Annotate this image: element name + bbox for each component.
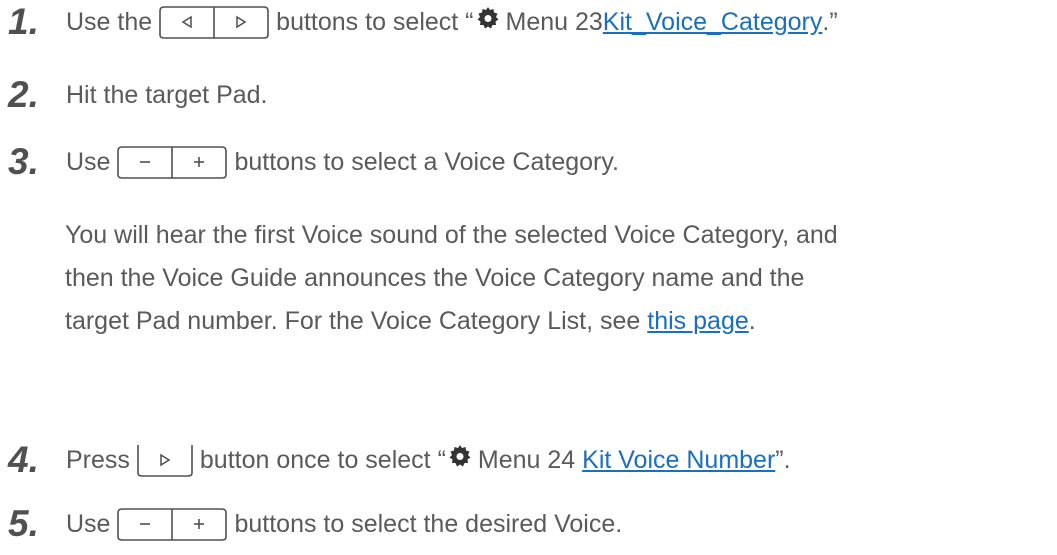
step-5: 5. Use buttons to select the desired Voi… [0, 503, 623, 544]
gear-icon [448, 443, 472, 477]
step-text: Use the [66, 8, 153, 36]
minus-plus-buttons-icon [116, 145, 228, 179]
menu-label: Menu 23 [505, 8, 603, 36]
step-1: 1. Use the buttons to select “ Menu 23 K… [0, 1, 838, 42]
step-2: 2. Hit the target Pad. [0, 74, 268, 115]
step-number: 2. [8, 74, 39, 115]
kit-voice-category-link[interactable]: Kit_Voice_Category [603, 5, 823, 39]
left-right-buttons-icon [158, 5, 270, 39]
menu-label: Menu 24 [477, 446, 576, 474]
step-text: buttons to select the desired Voice. [234, 510, 623, 538]
step-3: 3. Use buttons to select a Voice Categor… [0, 141, 619, 182]
step-text: button once to select “ [199, 446, 446, 474]
step-text: Use [66, 148, 111, 176]
step-text: Use [66, 510, 111, 538]
note-line: then the Voice Guide announces the Voice… [65, 264, 805, 292]
voice-category-note: You will hear the first Voice sound of t… [65, 214, 1055, 343]
step-text: buttons to select “ [276, 8, 474, 36]
this-page-link[interactable]: this page [647, 307, 748, 335]
step-number: 1. [8, 1, 39, 42]
note-text-end: . [748, 307, 756, 335]
gear-icon [476, 5, 500, 39]
step-4: 4. Press button once to select “ Menu 24… [0, 439, 791, 480]
step-text-end: ”. [775, 446, 791, 474]
step-number: 5. [8, 503, 39, 544]
step-text: buttons to select a Voice Category. [234, 148, 619, 176]
step-text: Press [66, 446, 130, 474]
step-number: 4. [8, 439, 39, 480]
step-number: 3. [8, 141, 39, 182]
step-text-end: .” [822, 8, 838, 36]
right-button-icon [136, 443, 194, 477]
note-text: target Pad number. For the Voice Categor… [65, 307, 641, 335]
minus-plus-buttons-icon [116, 507, 228, 541]
note-line: target Pad number. For the Voice Categor… [65, 300, 1055, 343]
kit-voice-number-link[interactable]: Kit Voice Number [582, 443, 775, 477]
step-text: Hit the target Pad. [66, 81, 268, 109]
note-line: You will hear the first Voice sound of t… [65, 221, 838, 249]
